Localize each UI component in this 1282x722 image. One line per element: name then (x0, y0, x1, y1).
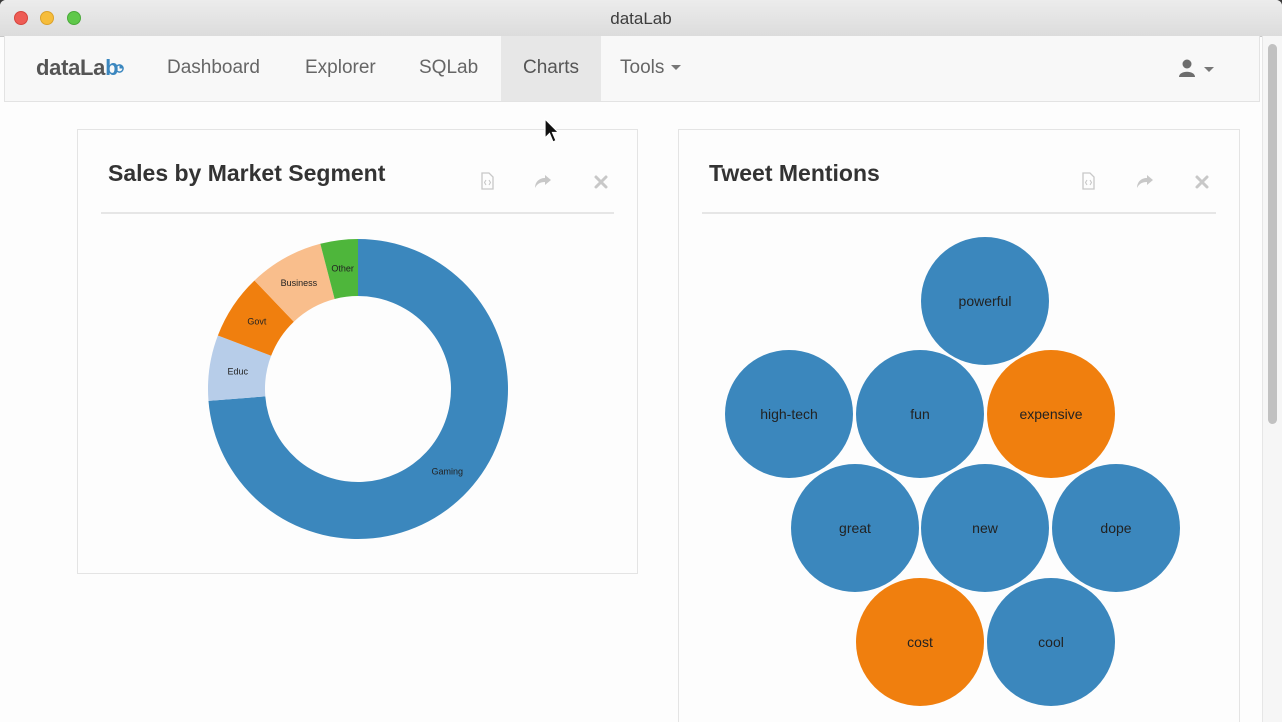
nav-tools[interactable]: Tools (600, 36, 701, 101)
sales-panel: Sales by Market Segment Gaming Educ Govt Bu… (77, 129, 638, 574)
tweets-panel: Tweet Mentions powerful high-tech fun expen… (678, 129, 1240, 722)
donut-chart: Gaming Educ Govt Business Other (208, 239, 508, 539)
app-window: dataLab dataLab Dashboard Explorer SQLab… (0, 0, 1282, 722)
donut-label: Govt (247, 317, 267, 327)
nav-sqlab[interactable]: SQLab (399, 36, 498, 101)
title-bar: dataLab (0, 0, 1282, 37)
bubble-label: new (972, 520, 999, 536)
vertical-scrollbar[interactable] (1262, 36, 1282, 722)
user-menu[interactable] (1177, 56, 1227, 82)
brand-text: dataLa (36, 55, 106, 80)
donut-label: Business (281, 278, 318, 288)
bubble-label: cool (1038, 634, 1064, 650)
chevron-down-icon (671, 65, 682, 70)
scrollbar-thumb[interactable] (1268, 44, 1277, 424)
window-title: dataLab (610, 9, 672, 28)
mouse-cursor-icon (544, 118, 560, 143)
donut-label: Other (331, 263, 354, 273)
nav-dashboard[interactable]: Dashboard (147, 36, 280, 101)
chevron-down-icon (1204, 67, 1214, 72)
bubble-chart: powerful high-tech fun expensive great new dop… (725, 237, 1180, 706)
nav-tools-label: Tools (620, 57, 665, 78)
donut-label: Gaming (431, 466, 463, 476)
bubble-label: cost (907, 634, 933, 650)
user-icon (1179, 59, 1195, 77)
bubble-label: fun (910, 406, 929, 422)
brand-chart-icon (115, 64, 125, 73)
brand-logo[interactable]: dataLab (36, 55, 125, 81)
nav-charts[interactable]: Charts (501, 36, 601, 101)
bubble-label: great (839, 520, 871, 536)
donut-label: Educ (227, 367, 248, 377)
bubble-label: high-tech (760, 406, 818, 422)
bubble-label: powerful (959, 293, 1012, 309)
navbar: dataLab Dashboard Explorer SQLab Charts … (4, 36, 1260, 102)
nav-explorer[interactable]: Explorer (285, 36, 396, 101)
bubble-label: expensive (1019, 406, 1082, 422)
bubble-label: dope (1100, 520, 1131, 536)
